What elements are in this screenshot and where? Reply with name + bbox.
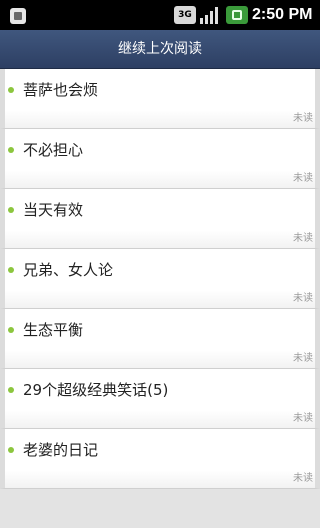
status-time: 2:50 PM [252,6,313,23]
item-status: 未读 [293,293,313,304]
item-title: 生态平衡 [23,321,84,339]
status-bar: 3G 2:50 PM [0,0,320,30]
item-status: 未读 [293,173,313,184]
item-title: 老婆的日记 [23,441,99,459]
list-item[interactable]: 当天有效 未读 [0,189,320,249]
bullet-icon [8,387,14,393]
item-title: 29个超级经典笑话(5) [23,381,169,399]
page-title: 继续上次阅读 [118,41,202,57]
reading-list[interactable]: 菩萨也会烦 未读 不必担心 未读 当天有效 未读 兄弟、女人论 未读 生态平衡 … [0,69,320,489]
title-bar: 继续上次阅读 [0,30,320,69]
app-screen: 3G 2:50 PM 继续上次阅读 菩萨也会烦 未读 不必担心 未读 当天有效 [0,0,320,528]
item-status: 未读 [293,353,313,364]
item-status: 未读 [293,113,313,124]
battery-icon [226,6,248,24]
bullet-icon [8,327,14,333]
bullet-icon [8,147,14,153]
list-item[interactable]: 兄弟、女人论 未读 [0,249,320,309]
item-title: 菩萨也会烦 [23,81,99,99]
item-status: 未读 [293,233,313,244]
signal-icon [200,7,218,24]
bullet-icon [8,87,14,93]
list-item[interactable]: 生态平衡 未读 [0,309,320,369]
item-title: 不必担心 [23,141,84,159]
item-status: 未读 [293,473,313,484]
list-item[interactable]: 菩萨也会烦 未读 [0,69,320,129]
item-title: 兄弟、女人论 [23,261,114,279]
list-item[interactable]: 不必担心 未读 [0,129,320,189]
list-item[interactable]: 29个超级经典笑话(5) 未读 [0,369,320,429]
item-title: 当天有效 [23,201,84,219]
list-item[interactable]: 老婆的日记 未读 [0,429,320,489]
item-status: 未读 [293,413,313,424]
bullet-icon [8,267,14,273]
network-3g-icon: 3G [174,6,196,24]
notification-icon [10,8,26,24]
bullet-icon [8,447,14,453]
bullet-icon [8,207,14,213]
bottom-strip [0,489,320,528]
